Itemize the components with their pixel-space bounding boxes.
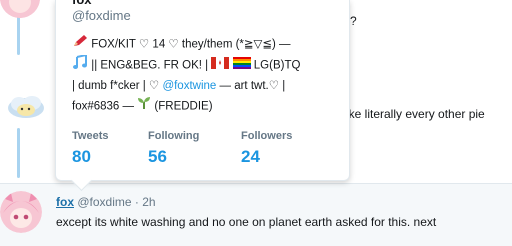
hovercard-handle[interactable]: @foxdime: [72, 8, 131, 23]
bio-line: FOX/KIT ♡ 14 ♡ they/them (*≧▽≦) —: [91, 38, 291, 51]
bio-line: (FREDDIE): [154, 100, 213, 113]
stat-label: Following: [148, 130, 200, 142]
bio-line: LG(B)TQ: [253, 59, 301, 72]
seedling-icon: [137, 96, 151, 117]
reply-author-handle[interactable]: @foxdime: [77, 195, 131, 209]
stat-following[interactable]: Following 56: [148, 130, 199, 167]
avatar-art-icon: [0, 191, 42, 233]
stat-label: Tweets: [72, 130, 109, 142]
stat-tweets[interactable]: Tweets 80: [72, 130, 108, 167]
bio-line: — art twt.♡ |: [219, 80, 286, 92]
rainbow-flag-icon: [232, 56, 251, 76]
stat-value: 80: [72, 147, 91, 166]
avatar[interactable]: [6, 94, 44, 120]
reply-author-name[interactable]: fox: [56, 195, 74, 209]
bio-line: fox#6836 —: [72, 100, 135, 113]
background-tweet-text: ?: [350, 14, 357, 28]
mention-link[interactable]: @foxtwine: [162, 80, 216, 92]
thread-line-middle: [17, 128, 20, 178]
reply-header: fox @foxdime · 2h: [56, 195, 156, 209]
reply-separator: ·: [134, 195, 139, 209]
profile-hovercard: fox @foxdime FOX/KIT ♡ 14 ♡ they/them (*…: [55, 0, 350, 192]
stat-followers[interactable]: Followers 24: [241, 130, 292, 167]
hovercard-name[interactable]: fox: [72, 0, 92, 7]
stat-value: 24: [241, 147, 260, 166]
bio-line: || ENG&BEG. FR OK! |: [91, 59, 209, 72]
reply-text: except its white washing and no one on p…: [56, 215, 437, 229]
bio-line: | dumb f*cker | ♡: [72, 80, 160, 92]
reply-avatar[interactable]: [0, 191, 42, 233]
avatar-art-icon: [8, 96, 44, 118]
avatar[interactable]: [0, 0, 40, 18]
stat-label: Followers: [241, 130, 293, 142]
hovercard-bio: FOX/KIT ♡ 14 ♡ they/them (*≧▽≦) — || ENG…: [72, 34, 342, 117]
stat-value: 56: [148, 147, 167, 166]
canada-flag-icon: [211, 56, 230, 76]
music-notes-icon: [72, 53, 88, 76]
avatar-art-icon: [0, 0, 40, 18]
background-tweet-text: ike literally every other pie: [346, 107, 485, 121]
pencil-icon: [72, 34, 88, 55]
reply-timestamp[interactable]: 2h: [142, 195, 155, 209]
